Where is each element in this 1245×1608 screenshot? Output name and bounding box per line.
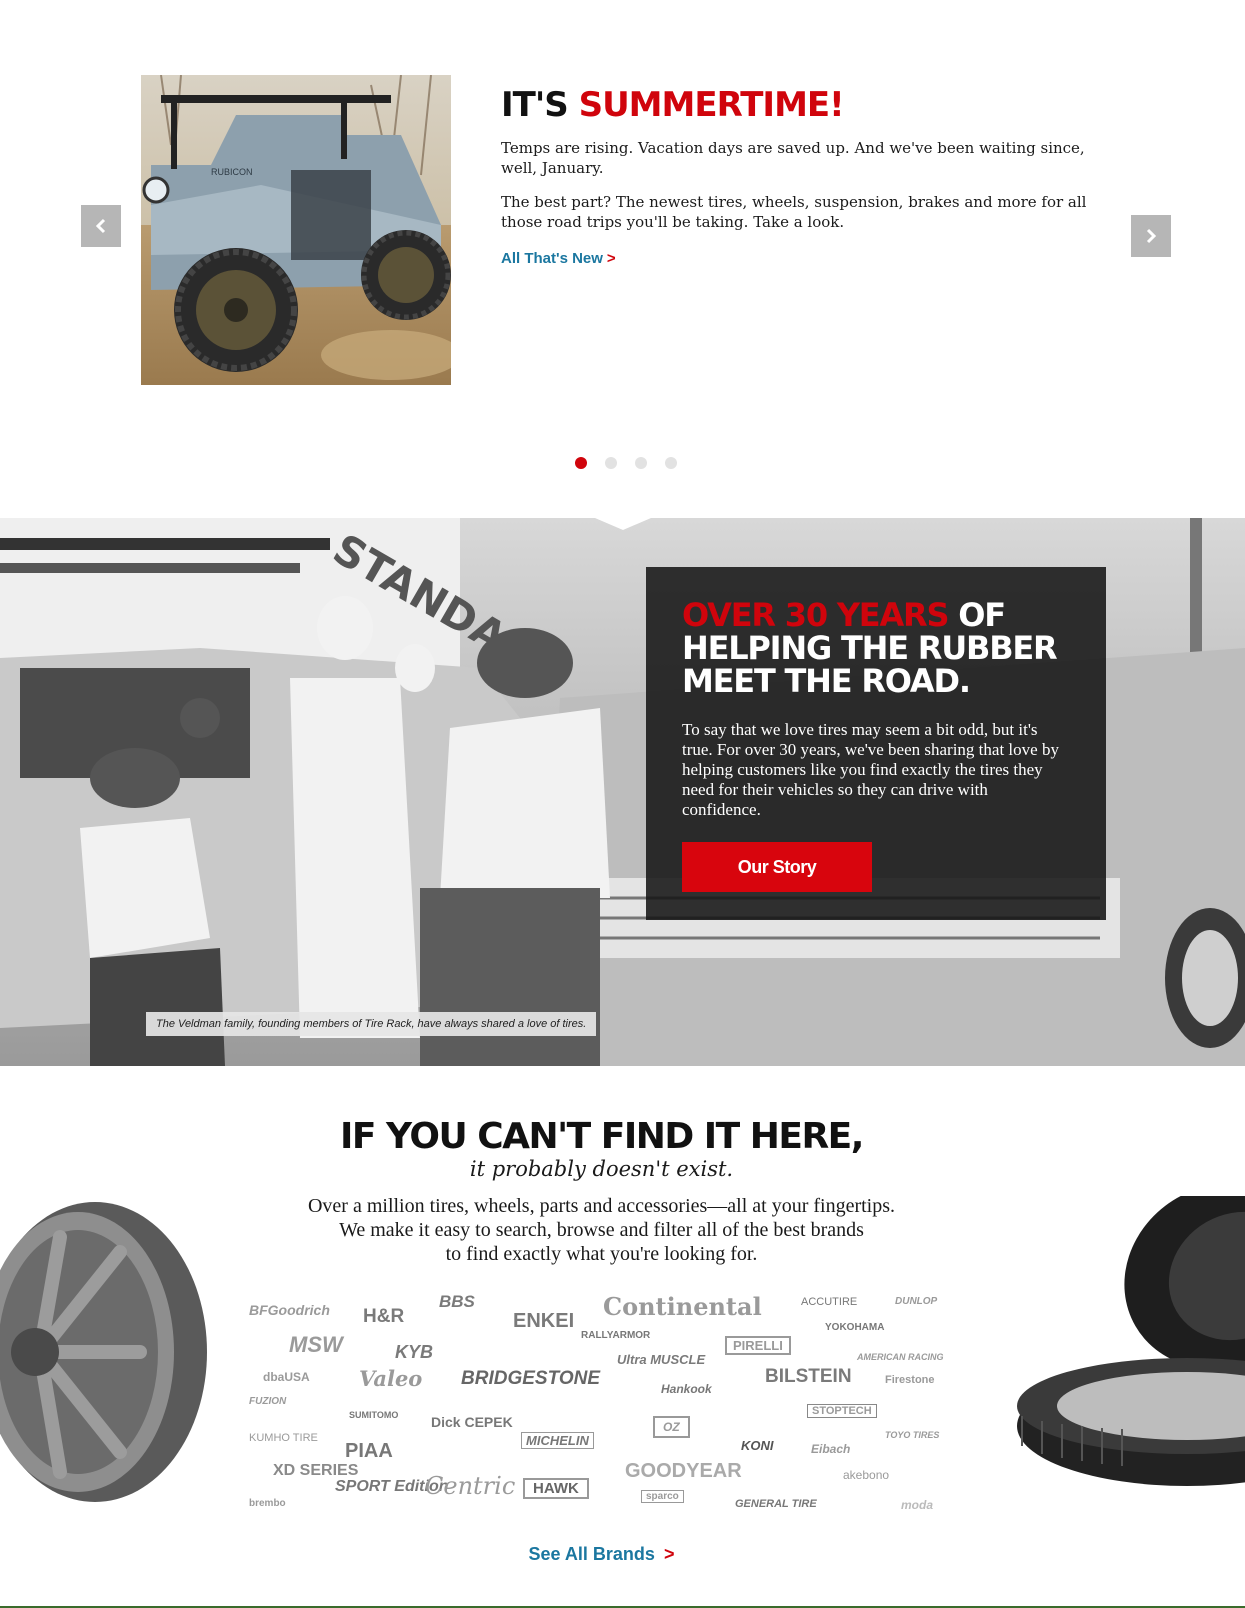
history-section: STANDARD OVER 30 YEARS OF HELPING THE RU… bbox=[0, 518, 1245, 1066]
brand-logo[interactable]: Firestone bbox=[885, 1374, 935, 1386]
brand-logo[interactable]: GENERAL TIRE bbox=[735, 1498, 817, 1510]
chevron-right-icon bbox=[1146, 228, 1157, 244]
brand-logo[interactable]: OZ bbox=[653, 1416, 690, 1438]
brands-title: IF YOU CAN'T FIND IT HERE, bbox=[340, 1116, 864, 1157]
carousel-dot-3[interactable] bbox=[635, 457, 647, 469]
brand-logo[interactable]: Dick CEPEK bbox=[431, 1414, 513, 1430]
history-title: OVER 30 YEARS OF HELPING THE RUBBER MEET T… bbox=[682, 596, 1058, 700]
brand-logo[interactable]: FUZION bbox=[249, 1396, 286, 1407]
photo-caption: The Veldman family, founding members of … bbox=[146, 1012, 597, 1036]
brand-logo[interactable]: SUMITOMO bbox=[349, 1410, 398, 1420]
brands-heading: IF YOU CAN'T FIND IT HERE, it probably d… bbox=[0, 1118, 1203, 1266]
brand-logo[interactable]: HAWK bbox=[523, 1478, 589, 1499]
brand-logo[interactable]: dbaUSA bbox=[263, 1370, 310, 1384]
brand-logo[interactable]: AMERICAN RACING bbox=[857, 1352, 944, 1362]
brand-logo[interactable]: RALLYARMOR bbox=[581, 1330, 650, 1341]
brand-logo[interactable]: BRIDGESTONE bbox=[461, 1368, 600, 1390]
carousel-dot-2[interactable] bbox=[605, 457, 617, 469]
brand-logo[interactable]: H&R bbox=[363, 1306, 404, 1328]
brands-line-2: We make it easy to search, browse and fi… bbox=[339, 1219, 864, 1241]
brands-line-3: to find exactly what you're looking for. bbox=[445, 1243, 758, 1265]
featured-carousel: RUBICON IT'S SUMMERTIME! Temps are risin… bbox=[0, 0, 1245, 518]
brand-logo[interactable]: ACCUTIRE bbox=[801, 1296, 857, 1308]
slide-paragraph-1: Temps are rising. Vacation days are save… bbox=[501, 139, 1085, 177]
brand-logo[interactable]: BFGoodrich bbox=[249, 1302, 330, 1318]
brand-logo[interactable]: GOODYEAR bbox=[625, 1460, 742, 1483]
brand-logo[interactable]: Continental bbox=[603, 1292, 762, 1321]
slide-content: IT'S SUMMERTIME! Temps are rising. Vacat… bbox=[501, 86, 1091, 267]
our-story-panel: OVER 30 YEARS OF HELPING THE RUBBER MEET T… bbox=[646, 567, 1106, 920]
chevron-left-icon bbox=[95, 218, 106, 234]
brand-logo[interactable]: Ultra MUSCLE bbox=[617, 1352, 705, 1367]
brand-logo[interactable]: akebono bbox=[843, 1468, 889, 1482]
brand-logo-cloud: BFGoodrich H&R BBS ENKEI Continental ACC… bbox=[245, 1292, 965, 1514]
brand-logo[interactable]: MICHELIN bbox=[521, 1432, 594, 1449]
carousel-next-button[interactable] bbox=[1131, 215, 1171, 257]
carousel-pagination bbox=[575, 457, 677, 469]
brand-logo[interactable]: ENKEI bbox=[513, 1310, 574, 1333]
brand-logo[interactable]: brembo bbox=[249, 1498, 286, 1509]
brand-logo[interactable]: BBS bbox=[439, 1292, 475, 1312]
brand-logo[interactable]: KONI bbox=[741, 1438, 774, 1453]
brand-logo[interactable]: PIRELLI bbox=[725, 1336, 791, 1355]
brand-logo[interactable]: Centric bbox=[425, 1472, 515, 1500]
brand-logo[interactable]: moda bbox=[901, 1498, 933, 1512]
brand-logo[interactable]: MSW bbox=[289, 1332, 343, 1358]
brand-logo[interactable]: TOYO TIRES bbox=[885, 1430, 939, 1440]
brands-subtitle: it probably doesn't exist. bbox=[469, 1157, 734, 1181]
see-all-brands-link[interactable]: See All Brands > bbox=[529, 1544, 675, 1564]
slide-paragraph-2: The best part? The newest tires, wheels,… bbox=[501, 193, 1087, 231]
history-paragraph: To say that we love tires may seem a bit… bbox=[682, 720, 1059, 819]
brand-logo[interactable]: YOKOHAMA bbox=[825, 1322, 884, 1333]
section-notch bbox=[595, 518, 651, 530]
brand-logo[interactable]: Valeo bbox=[359, 1366, 422, 1391]
brands-line-1: Over a million tires, wheels, parts and … bbox=[307, 1195, 896, 1217]
brand-logo[interactable]: sparco bbox=[641, 1490, 684, 1503]
brand-logo[interactable]: Hankook bbox=[661, 1382, 712, 1396]
brand-logo[interactable]: BILSTEIN bbox=[765, 1366, 852, 1388]
brand-logo[interactable]: PIAA bbox=[345, 1440, 393, 1463]
brands-section: IF YOU CAN'T FIND IT HERE, it probably d… bbox=[0, 1066, 1245, 1608]
jeep-rubicon-photo: RUBICON bbox=[141, 75, 451, 385]
brand-logo[interactable]: DUNLOP bbox=[895, 1296, 937, 1307]
carousel-dot-1[interactable] bbox=[575, 457, 587, 469]
brand-logo[interactable]: KUMHO TIRE bbox=[249, 1432, 318, 1444]
rubicon-badge-text: RUBICON bbox=[211, 167, 253, 177]
see-all-brands: See All Brands > bbox=[0, 1544, 1203, 1565]
brand-logo[interactable]: KYB bbox=[395, 1342, 433, 1363]
all-thats-new-link[interactable]: All That's New > bbox=[501, 250, 616, 267]
carousel-dot-4[interactable] bbox=[665, 457, 677, 469]
brand-logo[interactable]: Eibach bbox=[811, 1442, 850, 1456]
slide-title: IT'S SUMMERTIME! bbox=[501, 85, 845, 125]
brand-logo[interactable]: STOPTECH bbox=[807, 1404, 877, 1418]
carousel-prev-button[interactable] bbox=[81, 205, 121, 247]
our-story-button[interactable]: Our Story bbox=[682, 842, 872, 892]
